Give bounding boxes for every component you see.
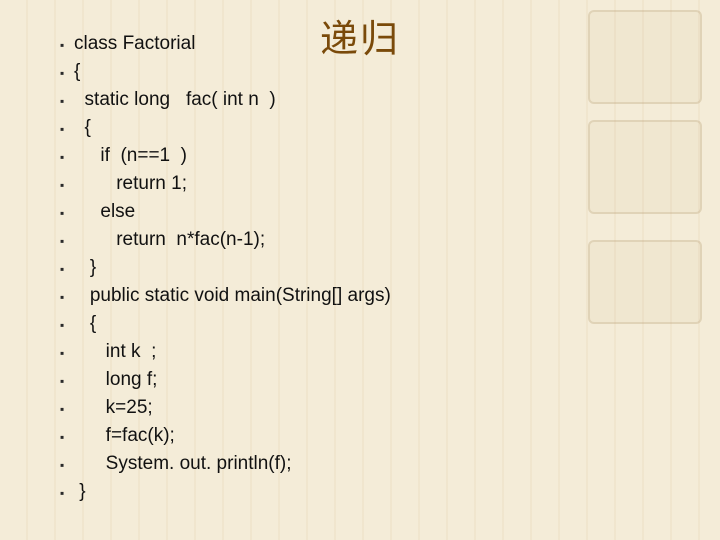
bullet-icon: ▪: [60, 339, 74, 367]
code-line: ▪ {: [60, 114, 620, 142]
code-text: else: [74, 198, 135, 226]
code-line: ▪ System. out. println(f);: [60, 450, 620, 478]
bullet-icon: ▪: [60, 171, 74, 199]
code-text: {: [74, 58, 80, 86]
code-block: ▪ class Factorial ▪ { ▪ static long fac(…: [60, 30, 620, 506]
code-line: ▪ static long fac( int n ): [60, 86, 620, 114]
code-text: f=fac(k);: [74, 422, 175, 450]
code-text: {: [74, 114, 91, 142]
bullet-icon: ▪: [60, 115, 74, 143]
code-line: ▪ }: [60, 254, 620, 282]
code-text: class Factorial: [74, 30, 195, 58]
bullet-icon: ▪: [60, 479, 74, 507]
code-text: {: [74, 310, 96, 338]
bullet-icon: ▪: [60, 283, 74, 311]
bullet-icon: ▪: [60, 311, 74, 339]
code-line: ▪ class Factorial: [60, 30, 620, 58]
code-line: ▪ {: [60, 58, 620, 86]
code-line: ▪ f=fac(k);: [60, 422, 620, 450]
code-text: public static void main(String[] args): [74, 282, 391, 310]
code-line: ▪ if (n==1 ): [60, 142, 620, 170]
code-line: ▪ k=25;: [60, 394, 620, 422]
code-text: }: [74, 254, 96, 282]
bullet-icon: ▪: [60, 31, 74, 59]
code-text: }: [74, 478, 86, 506]
bullet-icon: ▪: [60, 199, 74, 227]
bullet-icon: ▪: [60, 87, 74, 115]
code-text: return n*fac(n-1);: [74, 226, 265, 254]
code-line: ▪ return n*fac(n-1);: [60, 226, 620, 254]
bullet-icon: ▪: [60, 395, 74, 423]
code-line: ▪ {: [60, 310, 620, 338]
code-line: ▪ long f;: [60, 366, 620, 394]
code-text: static long fac( int n ): [74, 86, 276, 114]
code-line: ▪ }: [60, 478, 620, 506]
code-line: ▪ public static void main(String[] args): [60, 282, 620, 310]
bullet-icon: ▪: [60, 59, 74, 87]
bullet-icon: ▪: [60, 451, 74, 479]
code-line: ▪ int k ;: [60, 338, 620, 366]
code-text: System. out. println(f);: [74, 450, 292, 478]
bullet-icon: ▪: [60, 423, 74, 451]
bullet-icon: ▪: [60, 367, 74, 395]
bullet-icon: ▪: [60, 143, 74, 171]
code-text: k=25;: [74, 394, 153, 422]
code-line: ▪ else: [60, 198, 620, 226]
code-text: int k ;: [74, 338, 156, 366]
bullet-icon: ▪: [60, 227, 74, 255]
bullet-icon: ▪: [60, 255, 74, 283]
slide: 递归 ▪ class Factorial ▪ { ▪ static long f…: [0, 0, 720, 540]
code-text: long f;: [74, 366, 157, 394]
code-text: return 1;: [74, 170, 187, 198]
code-line: ▪ return 1;: [60, 170, 620, 198]
code-text: if (n==1 ): [74, 142, 187, 170]
